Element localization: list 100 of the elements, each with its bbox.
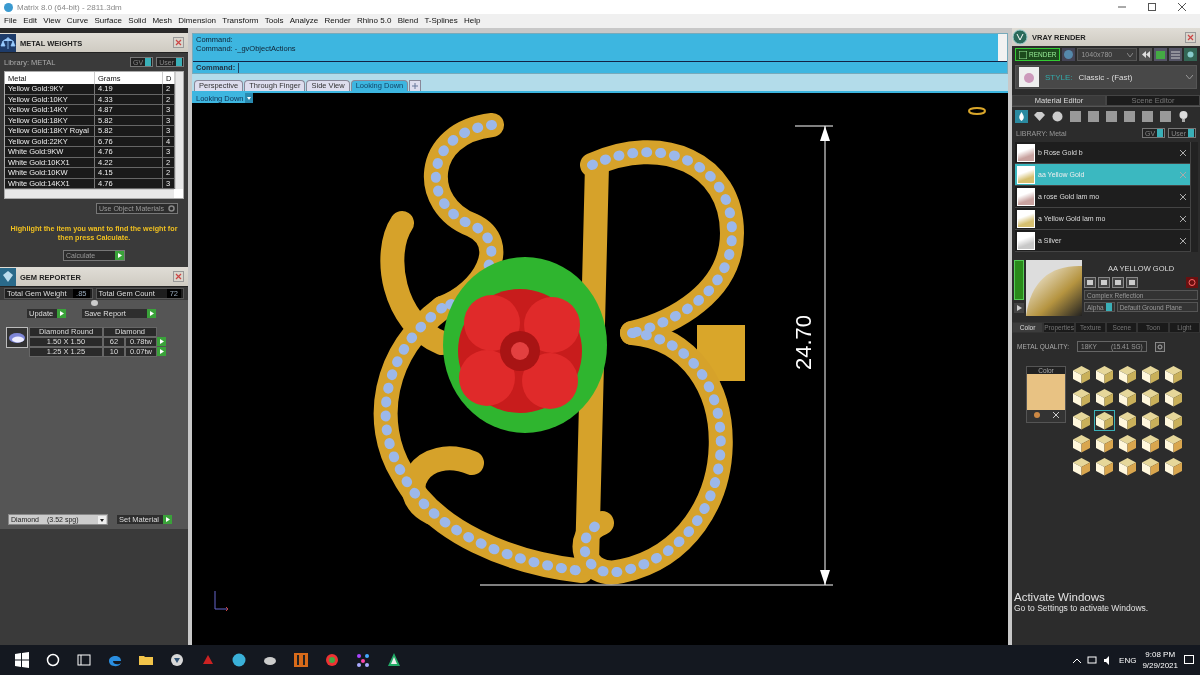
chevron-up-icon[interactable] (1073, 657, 1082, 663)
app-icon[interactable] (323, 652, 340, 668)
metal-cube-icon[interactable] (1140, 456, 1161, 477)
metal-cube-icon[interactable] (1117, 410, 1138, 431)
close-icon[interactable] (1180, 149, 1186, 156)
metal-cube-icon[interactable] (1094, 387, 1115, 408)
style-thumbnail-icon (1019, 67, 1039, 87)
search-icon[interactable] (44, 652, 61, 668)
metal-cube-icon[interactable] (1094, 456, 1115, 477)
ring-icon (968, 107, 986, 115)
metal-cube-icon[interactable] (1117, 387, 1138, 408)
notification-icon[interactable] (1184, 655, 1194, 665)
menu-item[interactable]: Curve (66, 15, 89, 27)
menu-item[interactable]: Help (464, 15, 481, 27)
arrow-icon (147, 309, 157, 318)
metal-cube-icon[interactable] (1117, 364, 1138, 385)
add-tab-icon[interactable] (409, 80, 422, 91)
metal-cube-icon[interactable] (1163, 364, 1184, 385)
menu-item[interactable]: File (4, 15, 17, 27)
metal-cube-icon[interactable] (1071, 433, 1092, 454)
tool-icon[interactable] (1084, 277, 1096, 288)
rewind-icon[interactable] (1139, 48, 1152, 61)
render-icon (1019, 50, 1027, 59)
metal-cube-icon[interactable] (1094, 364, 1115, 385)
menu-item[interactable]: Solid (128, 15, 147, 27)
menu-item[interactable]: Edit (23, 15, 37, 27)
square-icon[interactable] (1069, 110, 1082, 123)
app-icon[interactable] (354, 652, 371, 668)
app-icon[interactable] (168, 652, 185, 668)
caret-icon (98, 515, 106, 524)
metal-cube-icon[interactable] (1140, 410, 1161, 431)
sphere-icon[interactable] (1051, 110, 1064, 123)
menu-item[interactable]: Tools (264, 15, 284, 27)
activation-message: Go to Settings to activate Windows. (1014, 603, 1149, 613)
menu-item[interactable]: Blend (397, 15, 419, 27)
language-indicator[interactable]: ENG (1119, 655, 1137, 665)
metal-cube-icon[interactable] (1071, 410, 1092, 431)
windows-start-icon[interactable] (13, 652, 30, 668)
palette-icon[interactable] (1033, 412, 1041, 418)
scale-icon (0, 33, 16, 52)
menu-item[interactable]: Rhino 5.0 (357, 15, 392, 27)
gem-icon (0, 267, 16, 286)
collapse-icon[interactable] (90, 300, 98, 306)
bulb-icon[interactable] (1177, 110, 1190, 123)
metal-cube-icon[interactable] (1094, 410, 1115, 431)
menu-item[interactable]: Analyze (289, 15, 319, 27)
arrow-icon (57, 309, 67, 318)
frame-icon[interactable] (1154, 48, 1167, 61)
gear-icon (168, 205, 175, 212)
drop-icon[interactable] (1015, 110, 1028, 123)
task-view-icon[interactable] (75, 652, 92, 668)
app-icon[interactable] (230, 652, 247, 668)
metal-cube-icon[interactable] (1140, 364, 1161, 385)
clock[interactable]: 9:08 PM 9/29/2021 (1142, 649, 1178, 671)
settings-icon[interactable] (1184, 48, 1197, 61)
app-logo-icon (4, 2, 13, 12)
reset-icon[interactable] (1186, 277, 1198, 288)
settings-icon[interactable] (1154, 341, 1165, 352)
close-icon[interactable] (1180, 193, 1186, 200)
menu-item[interactable]: Transform (222, 15, 259, 27)
menu-item[interactable]: T-Splines (424, 15, 458, 27)
style-dropdown[interactable]: STYLE: Classic - (Fast) (1015, 65, 1197, 89)
metal-cube-icon[interactable] (1163, 387, 1184, 408)
metal-cube-icon[interactable] (1094, 433, 1115, 454)
arrow-icon (115, 251, 124, 260)
menu-item[interactable]: Dimension (178, 15, 217, 27)
close-icon[interactable] (1178, 3, 1186, 11)
metal-cube-icon[interactable] (1163, 456, 1184, 477)
menu-item[interactable]: Render (324, 15, 351, 27)
metal-cube-icon[interactable] (1163, 410, 1184, 431)
tool-icon[interactable] (1126, 277, 1138, 288)
menu-item[interactable]: View (43, 15, 61, 27)
globe-icon[interactable] (1062, 48, 1076, 61)
close-icon[interactable] (1180, 215, 1186, 222)
network-icon[interactable] (1087, 655, 1098, 665)
close-icon[interactable] (1185, 31, 1196, 43)
activation-title: Activate Windows (1014, 591, 1106, 603)
tool-icon[interactable] (1098, 277, 1110, 288)
tool-icon[interactable] (1112, 277, 1124, 288)
app-icon[interactable] (385, 652, 402, 668)
scrollbar[interactable] (1190, 142, 1198, 252)
metal-cube-icon[interactable] (1140, 387, 1161, 408)
metal-cube-icon[interactable] (1117, 433, 1138, 454)
material-preview-drawing (1026, 260, 1082, 316)
dimension-value: 24.70 (792, 315, 816, 371)
caret-icon[interactable] (244, 93, 253, 103)
metal-cube-icon[interactable] (1071, 387, 1092, 408)
metal-cube-icon[interactable] (1117, 456, 1138, 477)
metal-cube-icon[interactable] (1071, 364, 1092, 385)
metal-cube-icon[interactable] (1163, 433, 1184, 454)
gem-icon[interactable] (1033, 110, 1046, 123)
scrollbar[interactable] (998, 34, 1007, 61)
metal-cube-icon[interactable] (1140, 433, 1161, 454)
menu-item[interactable]: Surface (94, 15, 122, 27)
maximize-icon[interactable] (1148, 3, 1156, 11)
vray-logo-icon (1012, 29, 1028, 45)
menu-item[interactable]: Mesh (152, 15, 172, 27)
play-icon[interactable] (1014, 303, 1024, 313)
metal-cube-icon[interactable] (1071, 456, 1092, 477)
close-icon[interactable] (1180, 237, 1186, 244)
